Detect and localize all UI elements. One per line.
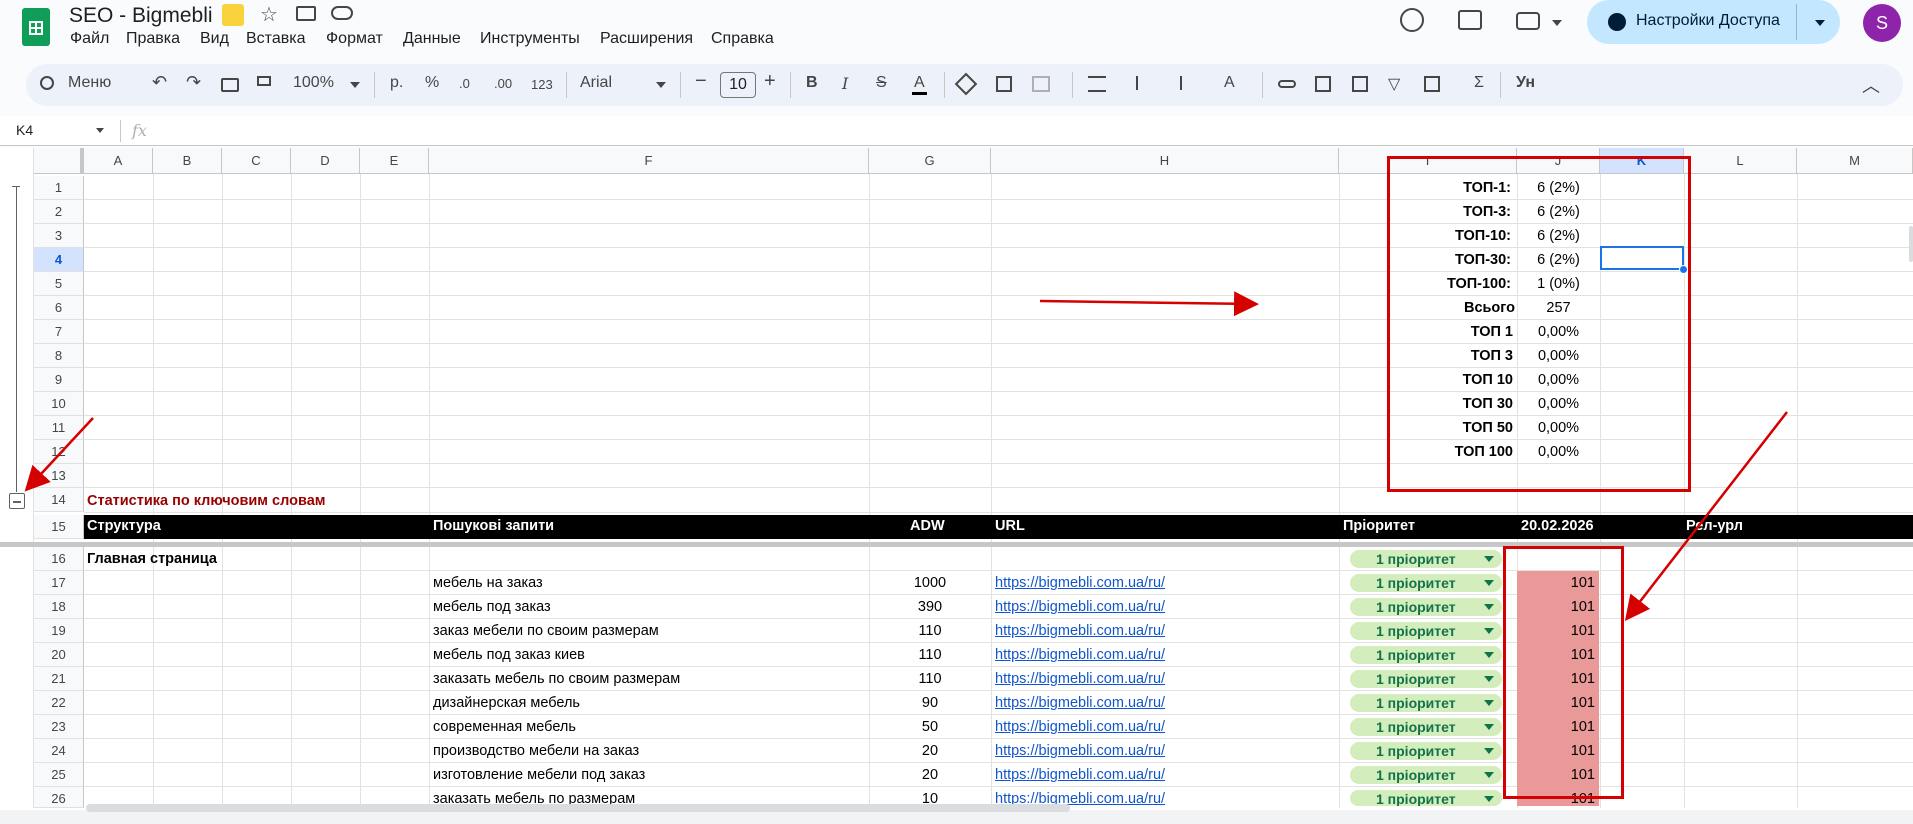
annotation-arrow-right: [1039, 291, 1259, 317]
annotation-arrows: [24, 291, 1788, 621]
sheet-tabs-strip: [0, 810, 1913, 824]
annotation-arrow-collapse: [24, 417, 94, 492]
sheets-app: SEO - Bigmebli ☆ Файл Правка Вид Вставка…: [0, 0, 1913, 824]
horizontal-scrollbar[interactable]: [86, 804, 1070, 812]
vertical-scrollbar[interactable]: [1909, 226, 1913, 262]
annotation-arrow-positions: [1624, 411, 1788, 621]
